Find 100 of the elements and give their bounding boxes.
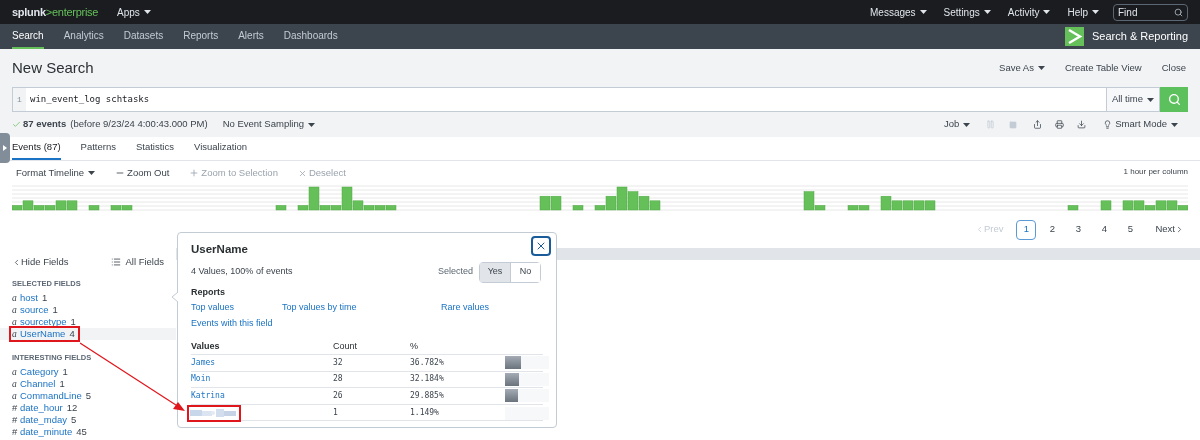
report-link[interactable]: Rare values [441, 301, 490, 313]
field-type: # [12, 424, 19, 439]
app-title: Search & Reporting [1092, 29, 1188, 45]
field-row[interactable]: a UserName 4 [0, 328, 176, 340]
field-name: host [20, 290, 38, 305]
header-action[interactable]: Save As [999, 60, 1045, 76]
mode-menu[interactable]: Smart Mode [1115, 117, 1178, 132]
app-logo-icon [1065, 27, 1084, 46]
nav-tab[interactable]: Dashboards [283, 24, 338, 49]
search-input[interactable]: 1 win_event_log schtasks [12, 87, 1106, 112]
report-link[interactable]: Top values by time [282, 301, 357, 313]
percent-cell-text: 29.885% [410, 389, 445, 402]
field-row[interactable]: a sourcetype 1 [12, 316, 76, 328]
close-button[interactable] [531, 236, 551, 256]
value-link[interactable]: Moin [191, 373, 211, 386]
page-button[interactable]: 4 [1094, 219, 1115, 240]
timeline-control[interactable]: Zoom Out [115, 165, 170, 181]
top-menu-item[interactable]: Help [1067, 4, 1099, 20]
field-row[interactable]: a CommandLine 5 [12, 390, 92, 402]
toggle-button[interactable]: Yes [480, 262, 510, 282]
field-count: 5 [71, 412, 77, 427]
search-icon [1167, 93, 1181, 106]
event-time: (before 9/23/24 4:00:43.000 PM) [70, 117, 208, 132]
logo[interactable]: splunk>enterprise [12, 3, 117, 21]
find-field[interactable]: Find [1113, 3, 1188, 21]
field-type: a [12, 291, 18, 305]
field-row[interactable]: # date_mday 5 [12, 414, 77, 426]
selected-label: Selected [437, 265, 473, 279]
field-count: 45 [76, 424, 87, 439]
report-link[interactable]: Top values [191, 301, 235, 313]
field-type: a [12, 315, 18, 329]
page-title: New Search [12, 57, 94, 78]
hide-fields-button[interactable]: Hide Fields [12, 254, 69, 270]
count-cell-text: 28 [333, 373, 344, 386]
top-menu-item[interactable]: Messages [870, 4, 927, 20]
next-page[interactable]: Next [1155, 222, 1184, 237]
toggle-button[interactable]: No [510, 262, 540, 282]
result-tab[interactable]: Events (87) [12, 137, 61, 160]
page-button[interactable]: 1 [1016, 219, 1037, 240]
all-fields-button[interactable]: All Fields [111, 254, 164, 270]
caret-icon [1037, 66, 1045, 70]
field-type: # [12, 400, 19, 415]
field-name: source [20, 302, 49, 317]
time-range-picker[interactable]: All time [1106, 87, 1160, 112]
nav-tab[interactable]: Alerts [238, 24, 264, 49]
field-row[interactable]: a host 1 [12, 292, 48, 304]
caret-icon [143, 10, 151, 14]
apps-menu[interactable]: Apps [117, 4, 151, 20]
nav-tab[interactable]: Datasets [123, 24, 164, 49]
sidebar-handle[interactable] [0, 133, 10, 163]
field-name: date_hour [20, 400, 63, 415]
field-name: sourcetype [20, 314, 67, 329]
value-link[interactable]: Katrina [191, 389, 225, 402]
job-menu[interactable]: Job [943, 117, 971, 132]
query-text: win_event_log schtasks [30, 92, 150, 106]
caret-icon [1043, 10, 1051, 14]
field-row[interactable]: # date_minute 45 [12, 426, 87, 438]
download-icon[interactable] [1077, 120, 1087, 129]
play-icon [3, 145, 7, 151]
timeline-control[interactable]: Format Timeline [16, 165, 96, 181]
caret-icon [1092, 10, 1099, 14]
field-row[interactable]: a Category 1 [12, 366, 68, 378]
report-link[interactable]: Events with this field [191, 317, 273, 329]
nav-tab[interactable]: Search [12, 24, 44, 49]
nav-tab[interactable]: Analytics [63, 24, 104, 49]
page-button[interactable]: 2 [1042, 219, 1063, 240]
header-action[interactable]: Create Table View [1064, 60, 1142, 76]
percent-cell-text: 32.184% [410, 373, 445, 386]
field-row[interactable]: a Channel 1 [12, 378, 65, 390]
header-action[interactable]: Close [1161, 60, 1186, 76]
page-button[interactable]: 5 [1120, 219, 1141, 240]
count-cell-text: 1 [333, 407, 339, 419]
field-row[interactable]: a source 1 [12, 304, 58, 316]
caret-icon [1147, 97, 1155, 102]
field-row[interactable]: # date_hour 12 [12, 402, 78, 414]
top-menu-item[interactable]: Activity [1007, 4, 1051, 20]
field-count: 1 [59, 377, 65, 391]
field-type: a [12, 365, 18, 379]
result-tab[interactable]: Visualization [194, 137, 248, 160]
sampling-menu[interactable]: No Event Sampling [222, 117, 315, 132]
event-count: 87 events [23, 117, 67, 132]
page-button[interactable]: 3 [1068, 219, 1089, 240]
result-tab[interactable]: Statistics [135, 137, 174, 160]
field-count: 1 [70, 314, 76, 329]
field-name: date_minute [20, 425, 73, 439]
print-icon[interactable] [1055, 120, 1065, 129]
field-type: a [12, 377, 18, 391]
share-icon[interactable] [1033, 120, 1043, 129]
nav-tab[interactable]: Reports [183, 24, 219, 49]
result-tab[interactable]: Patterns [80, 137, 116, 160]
percent-cell-text: 1.149% [410, 407, 440, 419]
top-menu-item[interactable]: Settings [943, 4, 991, 20]
value-link[interactable]: James [191, 356, 216, 369]
count-cell-text: 32 [333, 356, 344, 369]
field-type: a [12, 389, 18, 403]
field-count: 1 [41, 290, 48, 305]
field-name: Channel [20, 377, 56, 391]
lightbulb-icon [1103, 120, 1113, 129]
caret-icon [307, 122, 315, 127]
timeline-scale: 1 hour per column [1123, 166, 1188, 178]
